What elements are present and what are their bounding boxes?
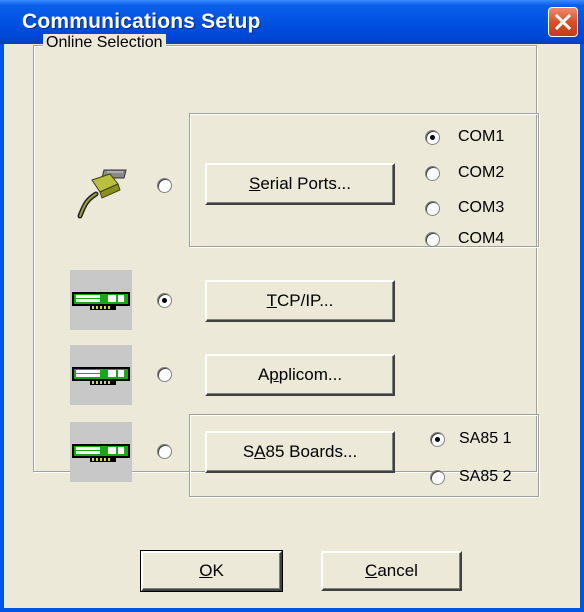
com1-label: COM1 xyxy=(458,128,505,145)
tcpip-radio[interactable] xyxy=(157,293,172,308)
serial-ports-radio[interactable] xyxy=(157,178,172,193)
cancel-button-label-post: ancel xyxy=(377,561,418,580)
sa85-boards-button-label-post: 85 Boards... xyxy=(265,442,358,461)
ok-button-accel: O xyxy=(199,561,213,580)
network-card-icon xyxy=(70,345,132,405)
cancel-button[interactable]: Cancel xyxy=(321,551,462,591)
communications-setup-dialog: Communications Setup Online Selection Se… xyxy=(0,0,584,612)
com4-label: COM4 xyxy=(458,230,505,247)
cancel-button-accel: C xyxy=(365,561,378,580)
applicom-button-label-post: plicom... xyxy=(278,365,343,384)
window-title: Communications Setup xyxy=(22,10,261,33)
com4-radio[interactable] xyxy=(425,232,440,247)
ok-button-label-post: K xyxy=(212,561,224,580)
com2-radio[interactable] xyxy=(425,166,440,181)
sa85-2-label: SA85 2 xyxy=(459,468,512,485)
close-button[interactable] xyxy=(548,7,578,37)
serial-ports-button-accel: S xyxy=(248,174,261,193)
tcpip-button[interactable]: T CP/IP... xyxy=(205,280,395,322)
online-selection-group xyxy=(33,45,537,472)
applicom-radio[interactable] xyxy=(157,367,172,382)
ok-button[interactable]: OK xyxy=(140,550,283,592)
sa85-boards-button-accel: A xyxy=(254,442,266,461)
network-card-icon xyxy=(70,422,132,482)
network-card-icon xyxy=(70,270,132,330)
applicom-button-accel: p xyxy=(269,365,279,384)
sa85-2-radio[interactable] xyxy=(430,470,445,485)
applicom-button-label-pre: A xyxy=(257,365,270,384)
com3-radio[interactable] xyxy=(425,201,440,216)
com1-radio[interactable] xyxy=(425,130,440,145)
tcpip-button-label-post: CP/IP... xyxy=(277,291,334,310)
sa85-1-label: SA85 1 xyxy=(459,430,512,447)
close-x-icon xyxy=(555,14,571,30)
tcpip-button-accel: T xyxy=(266,291,277,310)
com2-label: COM2 xyxy=(458,164,505,181)
sa85-boards-button[interactable]: S A 85 Boards... xyxy=(205,431,395,473)
com3-label: COM3 xyxy=(458,199,505,216)
sa85-boards-button-label-pre: S xyxy=(242,442,255,461)
serial-ports-button-label-post: erial Ports... xyxy=(260,174,352,193)
serial-cable-icon xyxy=(74,160,134,220)
sa85-1-radio[interactable] xyxy=(430,432,445,447)
serial-ports-button[interactable]: Serial Ports... xyxy=(205,163,395,205)
applicom-button[interactable]: Ap plicom... xyxy=(205,354,395,396)
online-selection-label: Online Selection xyxy=(43,34,166,52)
sa85-radio[interactable] xyxy=(157,444,172,459)
